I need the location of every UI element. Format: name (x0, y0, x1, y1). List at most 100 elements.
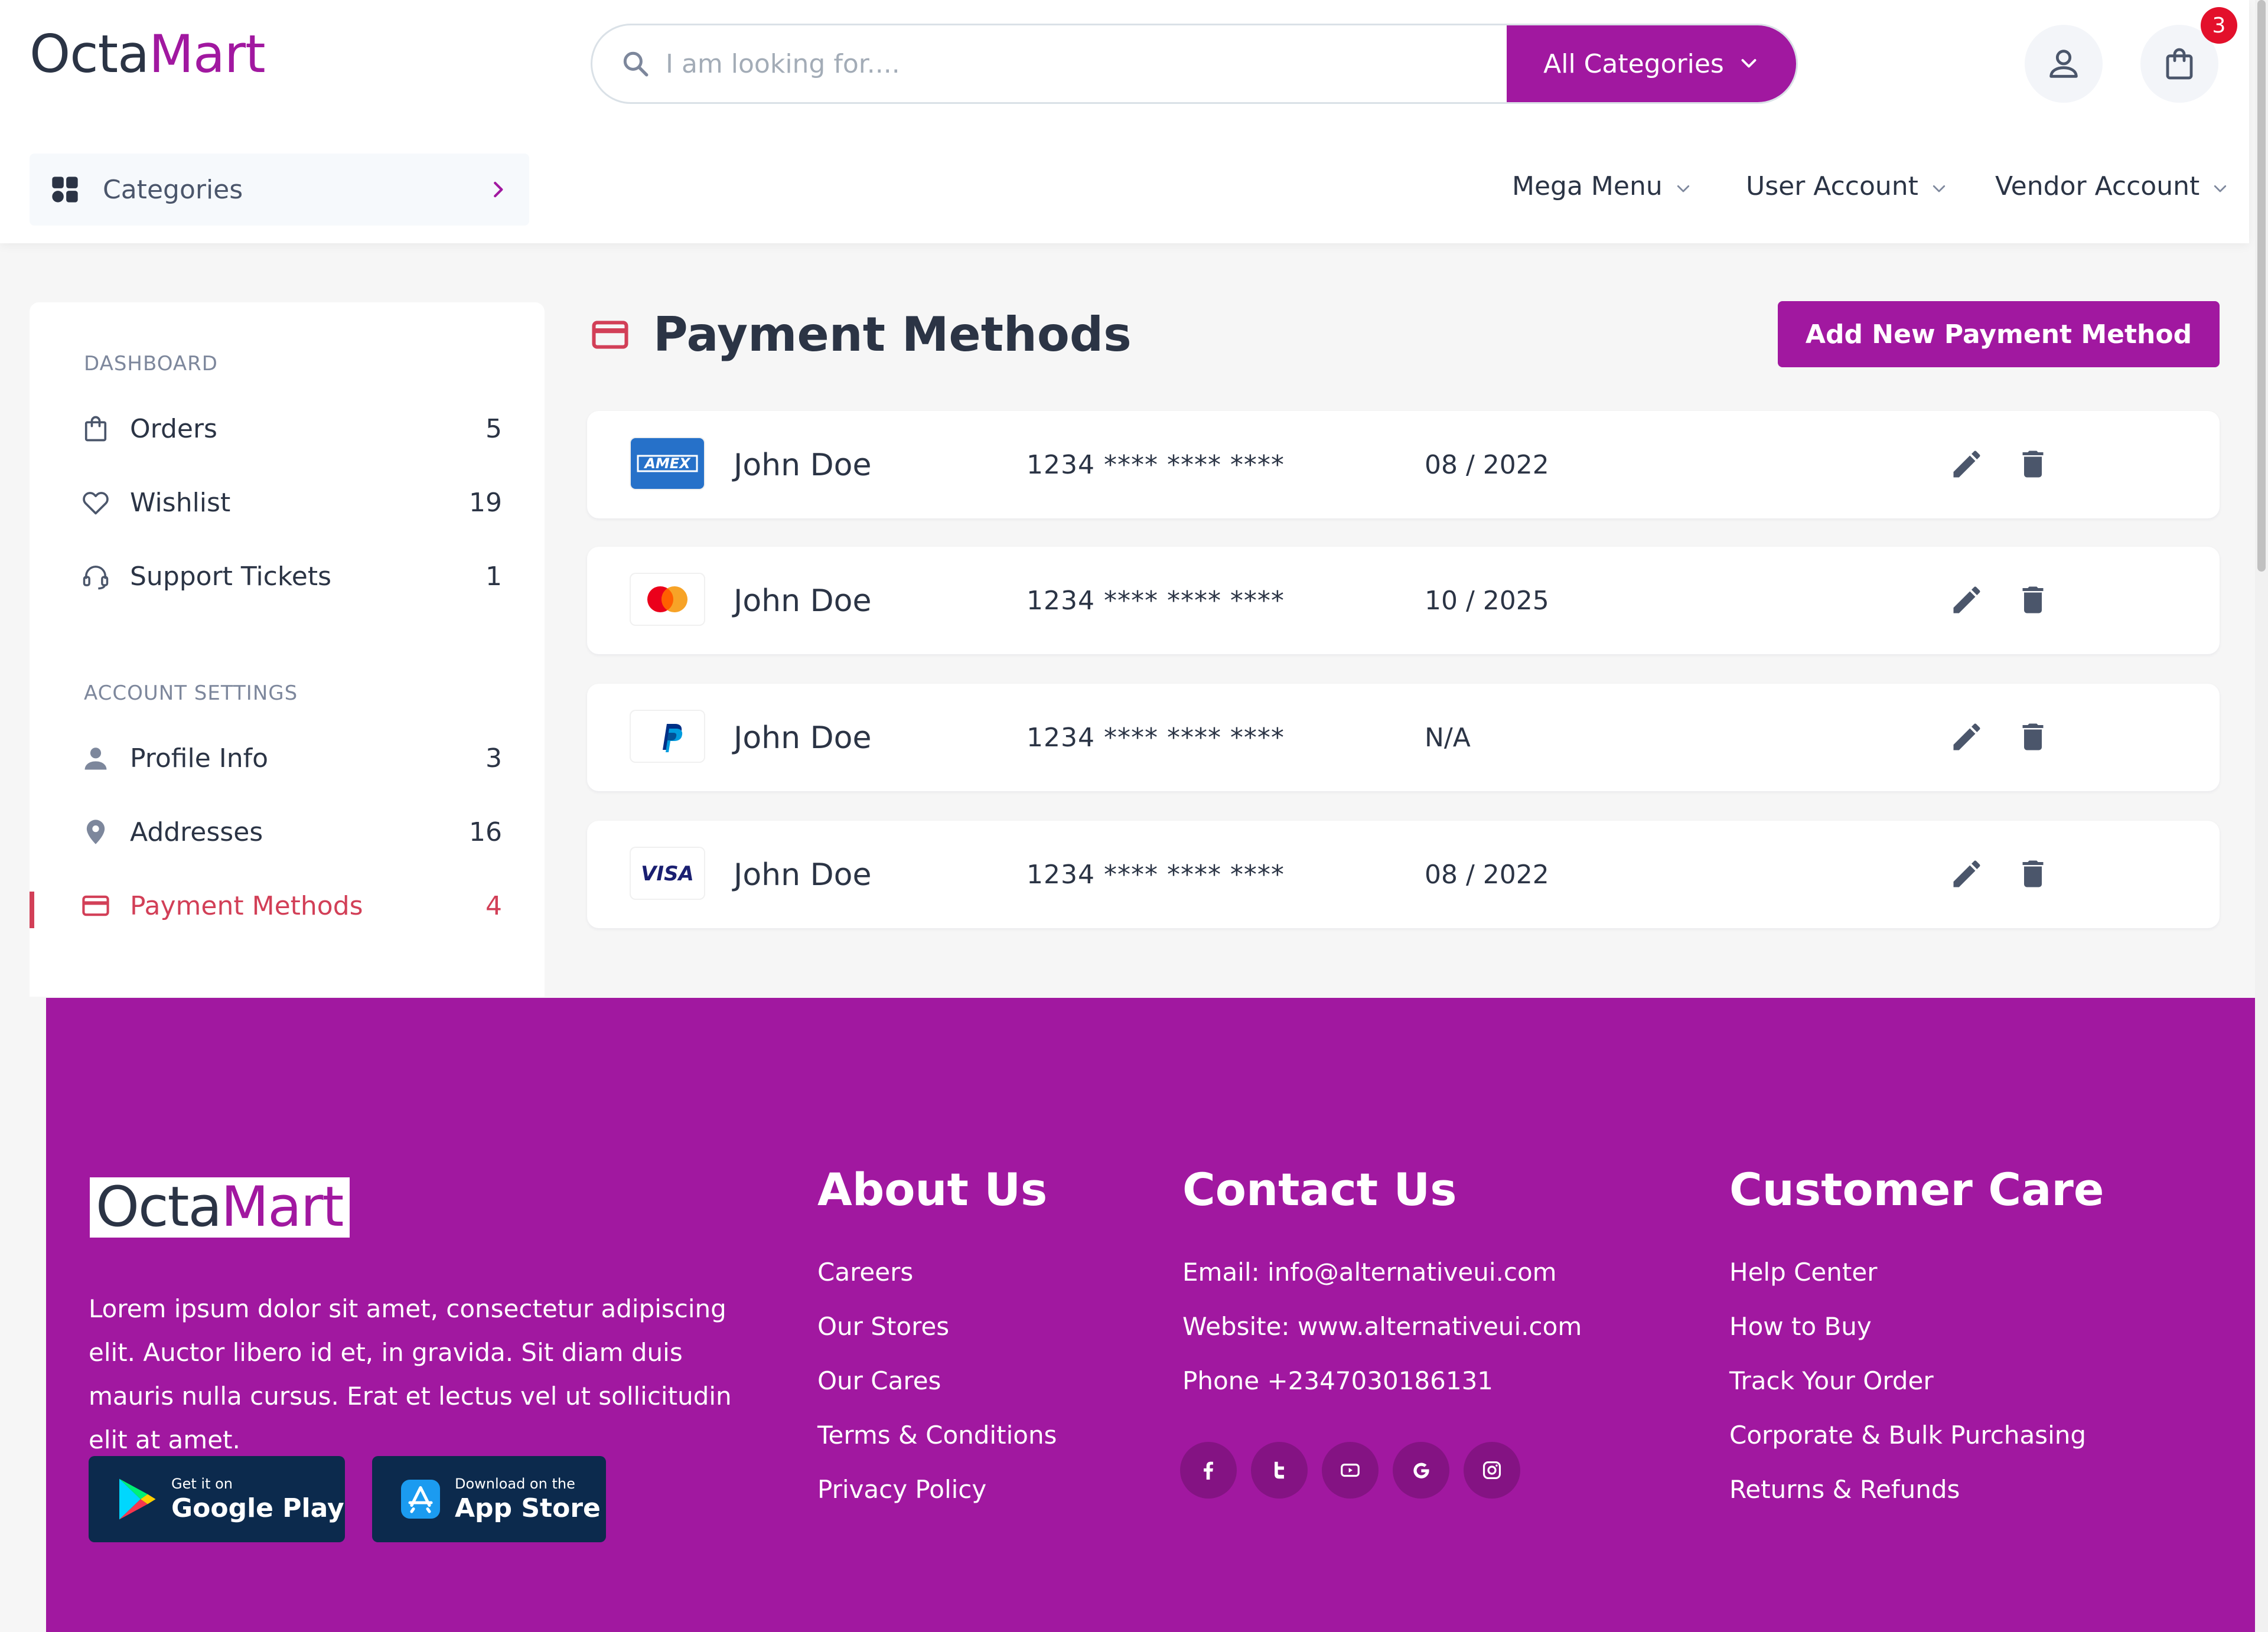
chevron-down-icon (1933, 185, 1946, 192)
site-logo[interactable]: OctaMart (30, 28, 266, 80)
grid-icon (52, 177, 78, 203)
credit-card-icon (592, 320, 628, 349)
headset-icon (79, 560, 112, 593)
sidebar-item-orders[interactable]: Orders 5 (30, 400, 545, 457)
youtube-button[interactable] (1322, 1442, 1379, 1499)
footer-link-help-center[interactable]: Help Center (1729, 1258, 1877, 1287)
twitter-icon (1275, 1461, 1284, 1479)
delete-card-button[interactable] (2015, 582, 2051, 618)
shopping-bag-icon (2166, 48, 2193, 80)
sidebar-item-addresses[interactable]: Addresses 16 (30, 804, 545, 860)
page-title: Payment Methods (653, 307, 1132, 362)
site-header: OctaMart All Categories 3 Categories Meg… (0, 0, 2249, 243)
contact-website: Website: www.alternativeui.com (1182, 1312, 1582, 1341)
card-number: 1234 **** **** **** (1027, 723, 1285, 753)
card-number: 1234 **** **** **** (1027, 586, 1285, 616)
about-us-heading: About Us (817, 1163, 1048, 1216)
nav-mega-menu[interactable]: Mega Menu (1512, 171, 1692, 201)
edit-card-button[interactable] (1949, 719, 1984, 755)
sidebar-item-count: 19 (469, 487, 502, 518)
categories-menu-button[interactable]: Categories (30, 154, 529, 226)
sidebar-item-count: 4 (485, 890, 502, 921)
instagram-button[interactable] (1464, 1442, 1520, 1499)
footer-logo[interactable]: Octa Mart (90, 1177, 350, 1238)
page-scrollbar[interactable] (2255, 0, 2268, 1632)
edit-card-button[interactable] (1949, 582, 1984, 618)
search-icon (623, 51, 649, 77)
edit-card-button[interactable] (1949, 446, 1984, 482)
dashboard-heading: DASHBOARD (84, 352, 218, 376)
contact-us-heading: Contact Us (1182, 1163, 1457, 1216)
pencil-icon (1953, 860, 1980, 887)
add-new-payment-method-button[interactable]: Add New Payment Method (1778, 301, 2220, 367)
footer-link-track-order[interactable]: Track Your Order (1729, 1366, 1934, 1395)
scrollbar-thumb[interactable] (2257, 0, 2266, 572)
edit-card-button[interactable] (1949, 856, 1984, 892)
facebook-button[interactable] (1180, 1442, 1237, 1499)
twitter-button[interactable] (1251, 1442, 1308, 1499)
footer-link-privacy[interactable]: Privacy Policy (817, 1475, 986, 1504)
user-account-button[interactable] (2025, 25, 2103, 103)
footer-link-returns[interactable]: Returns & Refunds (1729, 1475, 1960, 1504)
visa-logo-icon: VISA (631, 848, 704, 899)
page-header: Payment Methods (591, 307, 1132, 362)
categories-label: Categories (103, 174, 243, 205)
footer-description: Lorem ipsum dolor sit amet, consectetur … (89, 1294, 732, 1454)
svg-text:AMEX: AMEX (643, 455, 691, 472)
delete-card-button[interactable] (2015, 719, 2051, 755)
site-footer: Octa Mart Lorem ipsum dolor sit amet, con… (46, 998, 2268, 1632)
chevron-down-icon (1741, 59, 1757, 68)
contact-email: Email: info@alternativeui.com (1182, 1258, 1557, 1287)
delete-card-button[interactable] (2015, 446, 2051, 482)
cart-count-badge: 3 (2201, 7, 2237, 44)
google-icon (1413, 1463, 1429, 1478)
pencil-icon (1953, 451, 1980, 478)
location-pin-icon (79, 815, 112, 848)
delete-card-button[interactable] (2015, 856, 2051, 892)
search-bar: All Categories (591, 24, 1798, 104)
google-play-icon (119, 1478, 156, 1520)
chevron-down-icon (2214, 185, 2227, 192)
sidebar-item-wishlist[interactable]: Wishlist 19 (30, 474, 545, 531)
google-play-button[interactable]: Get it on Google Play (89, 1456, 345, 1542)
nav-user-account-label: User Account (1746, 171, 1918, 201)
sidebar-item-count: 16 (469, 817, 502, 847)
trash-icon (2022, 451, 2044, 478)
sidebar-item-label: Support Tickets (130, 561, 332, 592)
footer-link-our-cares[interactable]: Our Cares (817, 1366, 941, 1395)
search-input[interactable] (666, 48, 1433, 79)
youtube-icon (1341, 1463, 1360, 1477)
trash-icon (2022, 860, 2044, 887)
footer-link-careers[interactable]: Careers (817, 1258, 913, 1287)
footer-link-terms[interactable]: Terms & Conditions (817, 1421, 1057, 1450)
nav-user-account[interactable]: User Account (1746, 171, 1948, 201)
footer-link-our-stores[interactable]: Our Stores (817, 1312, 949, 1341)
google-button[interactable] (1393, 1442, 1449, 1499)
card-expiry: 08 / 2022 (1425, 450, 1549, 480)
user-icon (2049, 50, 2078, 78)
chevron-down-icon (1677, 185, 1689, 192)
app-store-button[interactable]: Download on the App Store (372, 1456, 606, 1542)
sidebar-item-label: Wishlist (130, 487, 231, 518)
footer-link-corporate[interactable]: Corporate & Bulk Purchasing (1729, 1421, 2086, 1450)
contact-phone: Phone +2347030186131 (1182, 1366, 1494, 1395)
card-holder-name: John Doe (734, 720, 872, 756)
nav-vendor-account[interactable]: Vendor Account (1995, 171, 2229, 201)
pencil-icon (1953, 723, 1980, 750)
sidebar-item-payment-methods[interactable]: Payment Methods 4 (30, 877, 545, 934)
mastercard-logo-icon (631, 574, 704, 625)
trash-icon (2022, 723, 2044, 750)
card-number: 1234 **** **** **** (1027, 450, 1285, 480)
credit-card-icon (79, 889, 112, 922)
amex-logo-icon: AMEX (631, 438, 704, 489)
sidebar-item-support-tickets[interactable]: Support Tickets 1 (30, 548, 545, 605)
sidebar-item-profile-info[interactable]: Profile Info 3 (30, 730, 545, 786)
chevron-right-icon (494, 181, 503, 198)
facebook-icon (1204, 1461, 1213, 1480)
card-expiry: 10 / 2025 (1425, 586, 1549, 616)
all-categories-dropdown[interactable]: All Categories (1507, 25, 1796, 102)
sidebar-item-count: 5 (485, 413, 502, 444)
customer-care-heading: Customer Care (1729, 1163, 2104, 1216)
footer-link-how-to-buy[interactable]: How to Buy (1729, 1312, 1872, 1341)
nav-vendor-account-label: Vendor Account (1995, 171, 2200, 201)
